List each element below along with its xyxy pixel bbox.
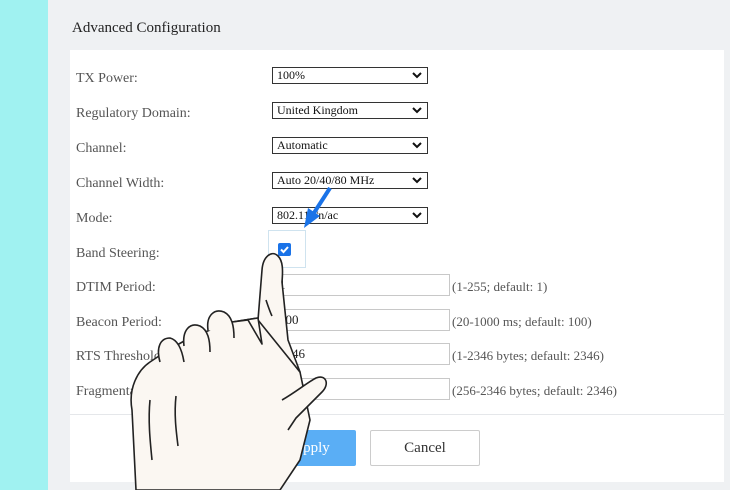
side-stripe (0, 0, 48, 490)
chevron-down-icon (412, 107, 422, 114)
row-rts-threshold: RTS Threshold: 2346 (1-2346 bytes; defau… (76, 343, 716, 369)
checkmark-icon (280, 246, 289, 254)
row-regulatory-domain: Regulatory Domain: United Kingdom (76, 102, 716, 126)
regulatory-domain-value: United Kingdom (277, 103, 358, 117)
fragmentation-threshold-input[interactable]: 2346 (272, 378, 450, 400)
regulatory-domain-label: Regulatory Domain: (76, 106, 191, 121)
row-tx-power: TX Power: 100% (76, 67, 716, 91)
fragmentation-threshold-label: Fragmentation Threshold: (76, 384, 222, 399)
dtim-period-label: DTIM Period: (76, 280, 156, 295)
tx-power-label: TX Power: (76, 71, 138, 86)
channel-width-value: Auto 20/40/80 MHz (277, 173, 375, 187)
channel-label: Channel: (76, 141, 127, 156)
chevron-down-icon (412, 142, 422, 149)
rts-threshold-hint: (1-2346 bytes; default: 2346) (452, 348, 604, 363)
band-steering-label: Band Steering: (76, 246, 160, 261)
rts-threshold-label: RTS Threshold: (76, 349, 165, 364)
beacon-period-hint: (20-1000 ms; default: 100) (452, 314, 592, 329)
form-divider (70, 414, 724, 415)
band-steering-checkbox[interactable] (278, 243, 291, 256)
channel-select[interactable]: Automatic (272, 137, 428, 154)
beacon-period-input[interactable]: 100 (272, 309, 450, 331)
tx-power-select[interactable]: 100% (272, 67, 428, 84)
chevron-down-icon (412, 177, 422, 184)
mode-label: Mode: (76, 211, 113, 226)
fragmentation-threshold-hint: (256-2346 bytes; default: 2346) (452, 383, 617, 398)
channel-width-select[interactable]: Auto 20/40/80 MHz (272, 172, 428, 189)
row-beacon-period: Beacon Period: 100 (20-1000 ms; default:… (76, 309, 716, 335)
chevron-down-icon (412, 72, 422, 79)
tx-power-value: 100% (277, 68, 305, 82)
channel-value: Automatic (277, 138, 328, 152)
config-form: TX Power: 100% Regulatory Domain: United… (70, 50, 724, 482)
apply-button[interactable]: Apply (266, 430, 356, 466)
mode-select[interactable]: 802.11a/n/ac (272, 207, 428, 224)
beacon-period-label: Beacon Period: (76, 315, 162, 330)
chevron-down-icon (412, 212, 422, 219)
dtim-period-hint: (1-255; default: 1) (452, 279, 548, 294)
regulatory-domain-select[interactable]: United Kingdom (272, 102, 428, 119)
row-band-steering: Band Steering: (76, 230, 716, 268)
row-channel-width: Channel Width: Auto 20/40/80 MHz (76, 172, 716, 196)
dtim-period-input[interactable]: 1 (272, 274, 450, 296)
section-title: Advanced Configuration (72, 20, 221, 36)
band-steering-focus-ring (268, 230, 306, 268)
mode-value: 802.11a/n/ac (277, 208, 339, 222)
row-channel: Channel: Automatic (76, 137, 716, 161)
cancel-button[interactable]: Cancel (370, 430, 480, 466)
rts-threshold-input[interactable]: 2346 (272, 343, 450, 365)
advanced-config-panel: Advanced Configuration TX Power: 100% Re… (48, 0, 730, 490)
channel-width-label: Channel Width: (76, 176, 165, 191)
row-dtim-period: DTIM Period: 1 (1-255; default: 1) (76, 274, 716, 300)
row-mode: Mode: 802.11a/n/ac (76, 207, 716, 231)
row-fragmentation-threshold: Fragmentation Threshold: 2346 (256-2346 … (76, 378, 716, 404)
